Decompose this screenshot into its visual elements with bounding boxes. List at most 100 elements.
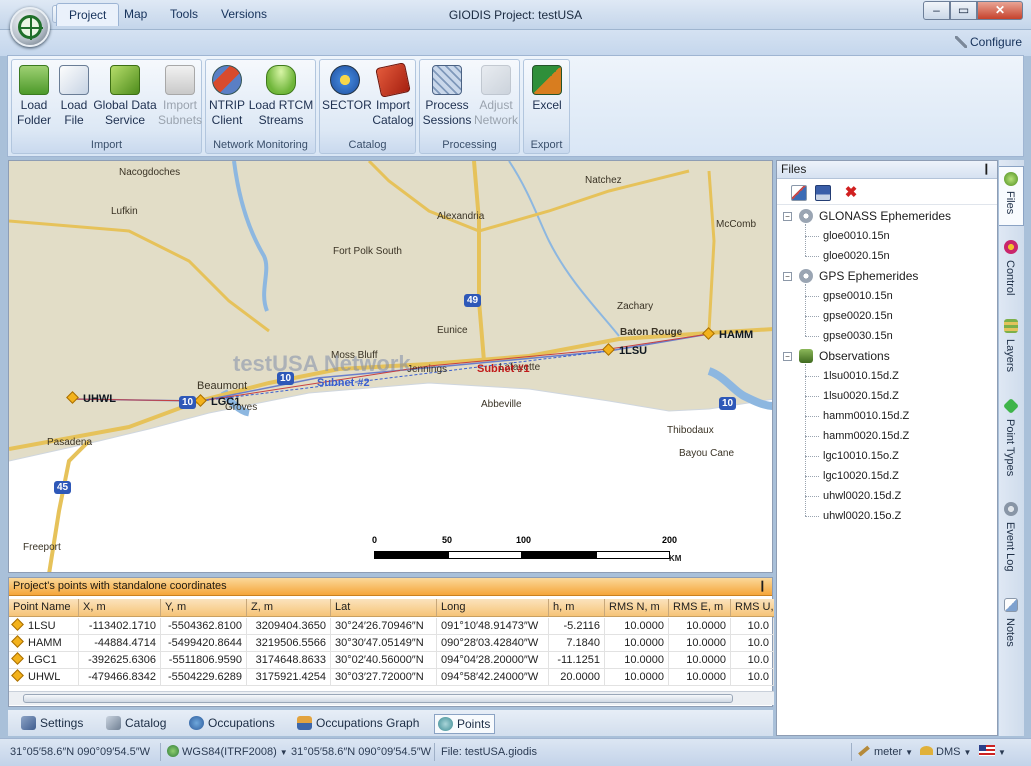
col-header-y[interactable]: Y, m bbox=[161, 599, 247, 616]
map-view[interactable]: Nacogdoches Lufkin Natchez Alexandria Mc… bbox=[8, 160, 773, 573]
close-button[interactable]: ✕ bbox=[977, 1, 1023, 20]
tree-collapse-icon[interactable]: − bbox=[783, 352, 792, 361]
load-file-button[interactable]: Load File bbox=[56, 62, 92, 134]
folder-icon bbox=[19, 65, 49, 95]
sector-button[interactable]: SECTOR bbox=[322, 62, 372, 134]
tree-file-item[interactable]: gpse0030.15n bbox=[823, 328, 893, 344]
pin-icon[interactable]: ❙ bbox=[982, 162, 991, 175]
tab-map[interactable]: Map bbox=[112, 3, 159, 26]
tree-file-item[interactable]: gloe0010.15n bbox=[823, 228, 890, 244]
adjust-network-icon bbox=[481, 65, 511, 95]
scale-tick-0: 0 bbox=[372, 535, 378, 545]
minimize-button[interactable]: – bbox=[923, 1, 950, 20]
side-tab-control[interactable]: Control bbox=[999, 236, 1024, 302]
city-label-thibodaux: Thibodaux bbox=[667, 425, 714, 436]
col-header-z[interactable]: Z, m bbox=[247, 599, 331, 616]
catalog-icon bbox=[106, 716, 121, 730]
tab-tools[interactable]: Tools bbox=[158, 3, 210, 26]
point-marker-1lsu[interactable]: 1LSU bbox=[602, 343, 647, 357]
angle-format-selector[interactable]: DMS ▼ bbox=[920, 743, 971, 761]
map-scale-bar: 0 50 100 200 bbox=[372, 535, 677, 570]
import-catalog-button[interactable]: Import Catalog bbox=[370, 62, 416, 134]
points-grid-panel: Project's points with standalone coordin… bbox=[8, 577, 774, 707]
col-header-rms-n[interactable]: RMS N, m bbox=[605, 599, 669, 616]
chart-icon[interactable] bbox=[791, 185, 807, 201]
status-file: File: testUSA.giodis bbox=[441, 746, 537, 758]
table-row[interactable]: UHWL -479466.8342 -5504229.6289 3175921.425… bbox=[9, 669, 774, 686]
pin-icon[interactable]: ❙ bbox=[758, 579, 767, 592]
unit-selector[interactable]: meter ▼ bbox=[858, 743, 913, 761]
table-row[interactable]: HAMM -44884.4714 -5499420.8644 3219506.5566… bbox=[9, 635, 774, 652]
col-header-point-name[interactable]: Point Name bbox=[9, 599, 79, 616]
table-cell: -5504229.6289 bbox=[161, 669, 247, 686]
table-cell: HAMM bbox=[9, 635, 79, 652]
point-marker-lgc1[interactable]: LGC1 bbox=[194, 394, 240, 408]
tree-file-item[interactable]: gpse0010.15n bbox=[823, 288, 893, 304]
point-marker-hamm[interactable]: HAMM bbox=[702, 327, 753, 341]
point-marker-uhwl[interactable]: UHWL bbox=[66, 391, 116, 405]
tree-collapse-icon[interactable]: − bbox=[783, 272, 792, 281]
process-sessions-button[interactable]: Process Sessions bbox=[422, 62, 472, 134]
load-folder-button[interactable]: Load Folder bbox=[14, 62, 54, 134]
process-sessions-icon bbox=[432, 65, 462, 95]
configure-button[interactable]: Configure bbox=[955, 35, 1022, 49]
tree-file-item[interactable]: 1lsu0010.15d.Z bbox=[823, 368, 899, 384]
application-menu-button[interactable] bbox=[10, 7, 50, 47]
scrollbar-thumb[interactable] bbox=[23, 694, 733, 703]
tab-versions[interactable]: Versions bbox=[209, 3, 279, 26]
tree-file-item[interactable]: hamm0020.15d.Z bbox=[823, 428, 909, 444]
ntrip-client-button[interactable]: NTRIP Client bbox=[208, 62, 246, 134]
city-label-nacogdoches: Nacogdoches bbox=[119, 167, 181, 178]
global-data-service-button[interactable]: Global Data Service bbox=[92, 62, 158, 134]
tab-occupations-graph[interactable]: Occupations Graph bbox=[294, 714, 419, 734]
col-header-rms-e[interactable]: RMS E, m bbox=[669, 599, 731, 616]
col-header-rms-u[interactable]: RMS U, bbox=[731, 599, 774, 616]
tab-points[interactable]: Points bbox=[434, 714, 496, 734]
side-tab-files[interactable]: Files bbox=[999, 166, 1024, 226]
horizontal-scrollbar[interactable] bbox=[9, 691, 774, 705]
tree-file-item[interactable]: 1lsu0020.15d.Z bbox=[823, 388, 899, 404]
delete-icon[interactable]: ✖ bbox=[843, 185, 859, 201]
point-marker-icon bbox=[702, 327, 715, 340]
sector-icon bbox=[330, 65, 360, 95]
tree-file-item[interactable]: gloe0020.15n bbox=[823, 248, 890, 264]
col-header-lat[interactable]: Lat bbox=[331, 599, 437, 616]
tab-settings[interactable]: Settings bbox=[18, 714, 83, 734]
tab-occupations[interactable]: Occupations bbox=[186, 714, 275, 734]
col-header-long[interactable]: Long bbox=[437, 599, 549, 616]
side-tab-point-types[interactable]: Point Types bbox=[999, 395, 1024, 485]
tree-group-gps[interactable]: GPS Ephemerides bbox=[819, 268, 918, 284]
import-subnets-button[interactable]: Import Subnets bbox=[158, 62, 202, 134]
adjust-network-button[interactable]: Adjust Network bbox=[472, 62, 520, 134]
datum-selector[interactable]: WGS84(ITRF2008) ▼ bbox=[167, 743, 288, 761]
side-tab-layers[interactable]: Layers bbox=[999, 315, 1024, 381]
tree-file-item[interactable]: uhwl0020.15o.Z bbox=[823, 508, 901, 524]
tree-file-item[interactable]: hamm0010.15d.Z bbox=[823, 408, 909, 424]
table-row[interactable]: 1LSU -113402.1710 -5504362.8100 3209404.365… bbox=[9, 618, 774, 635]
table-cell: 091°10′48.91473″W bbox=[437, 618, 549, 635]
table-row[interactable]: LGC1 -392625.6306 -5511806.9590 3174648.863… bbox=[9, 652, 774, 669]
side-tab-notes[interactable]: Notes bbox=[999, 594, 1024, 654]
side-tab-event-log[interactable]: Event Log bbox=[999, 498, 1024, 578]
language-selector[interactable]: ▼ bbox=[979, 743, 1006, 761]
cell-value: 10.0 bbox=[747, 620, 769, 632]
tab-project[interactable]: Project bbox=[56, 3, 120, 26]
col-header-x[interactable]: X, m bbox=[79, 599, 161, 616]
excel-button[interactable]: Excel bbox=[526, 62, 568, 134]
tab-catalog[interactable]: Catalog bbox=[103, 714, 166, 734]
maximize-button[interactable]: ▭ bbox=[950, 1, 977, 20]
tree-group-observations[interactable]: Observations bbox=[819, 348, 890, 364]
tree-connector bbox=[805, 364, 806, 516]
tree-file-item[interactable]: uhwl0020.15d.Z bbox=[823, 488, 901, 504]
cell-value: 090°28′03.42840″W bbox=[441, 637, 539, 649]
import-catalog-label: Import Catalog bbox=[372, 98, 414, 127]
save-icon[interactable] bbox=[815, 185, 831, 201]
load-rtcm-streams-button[interactable]: Load RTCM Streams bbox=[246, 62, 316, 134]
tree-collapse-icon[interactable]: − bbox=[783, 212, 792, 221]
tree-group-glonass[interactable]: GLONASS Ephemerides bbox=[819, 208, 951, 224]
table-cell: 094°58′42.24000″W bbox=[437, 669, 549, 686]
tree-file-item[interactable]: gpse0020.15n bbox=[823, 308, 893, 324]
tree-file-item[interactable]: lgc10010.15o.Z bbox=[823, 448, 899, 464]
tree-file-item[interactable]: lgc10020.15d.Z bbox=[823, 468, 899, 484]
col-header-h[interactable]: h, m bbox=[549, 599, 605, 616]
